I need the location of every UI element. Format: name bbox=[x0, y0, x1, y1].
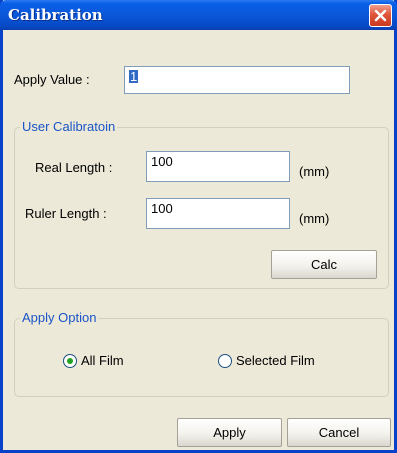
apply-value-input[interactable]: 1 bbox=[124, 66, 350, 94]
apply-button[interactable]: Apply bbox=[177, 418, 282, 447]
real-length-value: 100 bbox=[151, 154, 173, 169]
apply-option-group-label: Apply Option bbox=[20, 310, 99, 325]
title-bar[interactable]: Calibration bbox=[0, 0, 397, 30]
calibration-dialog: Calibration Apply Value : 1 User Calibra… bbox=[0, 0, 397, 453]
apply-value-label: Apply Value : bbox=[14, 72, 90, 87]
radio-selected-film-circle[interactable] bbox=[218, 353, 232, 368]
apply-value-text: 1 bbox=[129, 69, 139, 84]
radio-all-film-circle[interactable] bbox=[63, 353, 77, 368]
ruler-length-value: 100 bbox=[151, 201, 173, 216]
close-button[interactable] bbox=[369, 4, 392, 27]
user-calibration-group-label: User Calibratoin bbox=[20, 119, 118, 134]
ruler-length-unit: (mm) bbox=[299, 211, 330, 226]
cancel-button[interactable]: Cancel bbox=[287, 418, 391, 447]
real-length-input[interactable]: 100 bbox=[146, 151, 290, 182]
radio-all-film[interactable]: All Film bbox=[63, 353, 124, 368]
ruler-length-label: Ruler Length : bbox=[25, 206, 107, 221]
calc-button[interactable]: Calc bbox=[271, 250, 377, 279]
real-length-unit: (mm) bbox=[299, 164, 330, 179]
radio-all-film-label: All Film bbox=[81, 353, 124, 368]
window-title: Calibration bbox=[8, 6, 103, 24]
radio-selected-film-label: Selected Film bbox=[236, 353, 315, 368]
real-length-label: Real Length : bbox=[35, 160, 113, 175]
ruler-length-input[interactable]: 100 bbox=[146, 198, 290, 229]
radio-selected-dot bbox=[67, 357, 73, 364]
close-icon bbox=[374, 9, 387, 22]
radio-selected-film[interactable]: Selected Film bbox=[218, 353, 315, 368]
